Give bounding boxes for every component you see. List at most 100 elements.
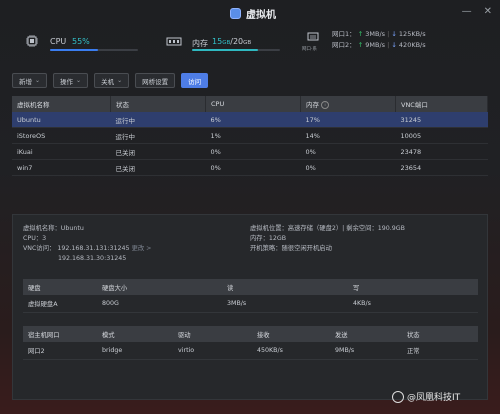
watermark-logo-icon (392, 390, 404, 403)
access-button-label: 访问 (188, 77, 202, 86)
vm-table: 虚拟机名称 状态 CPU 内存 i VNC端口 Ubuntu 运行中 6% 17%… (12, 96, 488, 176)
table-row[interactable]: iKuai 已关闭 0% 0% 23478 (12, 143, 488, 160)
info-icon[interactable]: i (321, 101, 329, 109)
detail-vnc: VNC访问： 192.168.31.131:31245 更改 > (23, 244, 151, 254)
port-2-down: 420KB/s (398, 41, 426, 49)
upload-arrow-icon: ↑ (357, 30, 364, 38)
nic-table: 宿主机网口 模式 驱动 接收 发送 状态 网口2 bridge virtio 4… (23, 326, 478, 360)
vm-name: iKuai (12, 143, 111, 160)
vm-status: 运行中 (110, 127, 206, 144)
network-icon (307, 32, 319, 41)
detail-vm-name: 虚拟机名称：Ubuntu (23, 225, 84, 232)
disk-read: 3MB/s (222, 295, 348, 313)
vm-name: win7 (12, 159, 111, 176)
window-controls: — ✕ (462, 6, 492, 17)
vm-memory: 17% (300, 112, 396, 128)
disk-table: 硬盘 硬盘大小 读 写 虚拟硬盘A 800G 3MB/s 4KB/s (23, 279, 478, 313)
minimize-icon[interactable]: — (462, 6, 472, 17)
shutdown-button-label: 关机 (101, 77, 115, 86)
memory-total-unit: GB (243, 40, 252, 46)
table-row[interactable]: win7 已关闭 0% 0% 23654 (12, 159, 488, 176)
col-name: 虚拟机名称 (12, 96, 111, 112)
cpu-usage-bar (50, 49, 138, 51)
window-title: 虚拟机 (246, 10, 276, 21)
operate-button[interactable]: 操作 ⌄ (53, 73, 89, 88)
nic-rx: 450KB/s (252, 342, 330, 360)
title-wrap: 虚拟机 (230, 6, 276, 21)
network-port-1: 网口1： ↑ 3MB/s | ↓ 125KB/s (332, 30, 426, 38)
vm-app-icon (230, 8, 241, 19)
table-row[interactable]: 网口2 bridge virtio 450KB/s 9MB/s 正常 (23, 342, 478, 360)
detail-vnc-label: VNC访问： (23, 245, 56, 252)
detail-cpu: CPU：3 (23, 235, 47, 242)
shutdown-button[interactable]: 关机 ⌄ (94, 73, 130, 88)
detail-vnc-addr-2[interactable]: 192.168.31.30:31245 (23, 254, 151, 264)
memory-usage-fill (192, 49, 258, 51)
table-row[interactable]: iStoreOS 运行中 1% 14% 10005 (12, 127, 488, 144)
vm-table-header: 虚拟机名称 状态 CPU 内存 i VNC端口 (12, 96, 488, 112)
chevron-down-icon: ⌄ (35, 77, 41, 84)
memory-usage-bar (192, 49, 280, 51)
detail-location: 虚拟机位置：高速存储（硬盘2）| 剩余空间：190.9GB (250, 225, 405, 232)
col-tx: 发送 (330, 326, 402, 342)
network-stats: 网口1： ↑ 3MB/s | ↓ 125KB/s 网口2： ↑ 9MB/s | … (332, 29, 426, 51)
memory-value: 15GB/20GB (212, 37, 251, 46)
port-2-up: 9MB/s (365, 41, 386, 49)
vm-memory: 0% (300, 159, 396, 176)
table-row[interactable]: 虚拟硬盘A 800G 3MB/s 4KB/s (23, 295, 478, 313)
port-2-label: 网口2： (332, 41, 356, 49)
upload-arrow-icon: ↑ (357, 41, 364, 49)
disk-name: 虚拟硬盘A (23, 295, 97, 313)
col-memory: 内存 i (300, 96, 396, 112)
nic-driver: virtio (173, 342, 252, 360)
vm-cpu: 6% (205, 112, 301, 128)
disk-table-header: 硬盘 硬盘大小 读 写 (23, 279, 478, 295)
stats-bar: CPU 55% 内存 15GB/20GB 网口·系 网口1： ↑ 3MB/s |… (0, 26, 500, 64)
title-bar: 虚拟机 — ✕ (0, 0, 500, 26)
col-cpu: CPU (205, 96, 301, 112)
vm-cpu: 0% (205, 143, 301, 160)
bridge-settings-button[interactable]: 网桥设置 (135, 73, 176, 88)
vm-status: 已关闭 (110, 143, 206, 160)
vm-status: 运行中 (110, 112, 206, 128)
add-button[interactable]: 新增 ⌄ (12, 73, 48, 88)
cpu-icon (26, 35, 38, 47)
chevron-down-icon: ⌄ (76, 77, 82, 84)
memory-total: 20 (232, 37, 244, 46)
vnc-change-link[interactable]: 更改 > (132, 245, 152, 252)
col-rx: 接收 (252, 326, 330, 342)
port-1-up: 3MB/s (365, 30, 386, 38)
vm-vnc: 23654 (395, 159, 488, 176)
vm-name: Ubuntu (12, 112, 111, 128)
access-button[interactable]: 访问 (181, 73, 209, 88)
detail-autostart: 开机策略：随很空闲开机启动 (250, 245, 332, 252)
download-arrow-icon: ↓ (391, 30, 397, 38)
port-1-down: 125KB/s (398, 30, 426, 38)
memory-used: 15 (212, 37, 223, 46)
watermark: @凤凰科技IT (392, 390, 460, 403)
col-driver: 驱动 (173, 326, 252, 342)
network-caption: 网口·系 (302, 47, 317, 52)
vm-status: 已关闭 (110, 159, 206, 176)
operate-button-label: 操作 (60, 77, 74, 86)
memory-icon (166, 37, 182, 46)
close-icon[interactable]: ✕ (484, 6, 492, 17)
bridge-settings-label: 网桥设置 (142, 77, 169, 86)
vm-vnc: 23478 (395, 143, 488, 160)
col-host-port: 宿主机网口 (23, 326, 97, 342)
vm-cpu: 0% (205, 159, 301, 176)
download-arrow-icon: ↓ (391, 41, 397, 49)
port-1-label: 网口1： (332, 30, 356, 38)
detail-vnc-addr-1[interactable]: 192.168.31.131:31245 (57, 245, 129, 252)
toolbar: 新增 ⌄ 操作 ⌄ 关机 ⌄ 网桥设置 访问 (12, 73, 209, 88)
col-memory-label: 内存 (306, 101, 319, 109)
nic-status: 正常 (402, 342, 478, 360)
table-row[interactable]: Ubuntu 运行中 6% 17% 31245 (12, 112, 488, 128)
disk-write: 4KB/s (348, 295, 478, 313)
vm-memory: 14% (300, 127, 396, 144)
disk-size: 800G (97, 295, 222, 313)
detail-memory: 内存：12GB (250, 235, 287, 242)
detail-right: 虚拟机位置：高速存储（硬盘2）| 剩余空间：190.9GB 内存：12GB 开机… (250, 224, 405, 254)
col-write: 写 (348, 279, 478, 295)
vm-name: iStoreOS (12, 127, 111, 144)
